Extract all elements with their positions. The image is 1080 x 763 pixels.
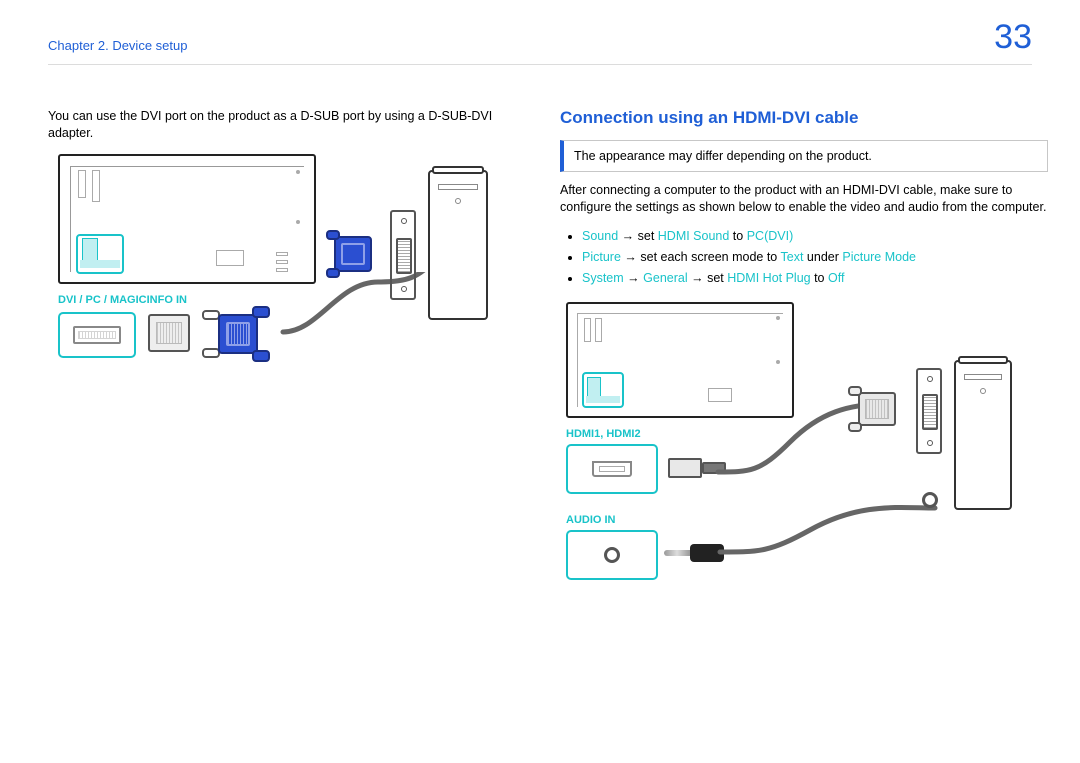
setting-system: System → General → set HDMI Hot Plug to … xyxy=(582,268,1048,289)
note-box: The appearance may differ depending on t… xyxy=(560,140,1048,172)
pc-audio-port-icon xyxy=(922,492,938,508)
pc-tower-icon xyxy=(428,170,488,320)
dvi-adapter-icon xyxy=(148,306,208,362)
figure-hdmi-dvi: HDMI1, HDMI2 AUDIO IN xyxy=(560,302,1020,602)
right-paragraph: After connecting a computer to the produ… xyxy=(560,182,1048,216)
vga-plug-icon xyxy=(218,304,278,364)
pc-tower-icon xyxy=(954,360,1012,510)
page-number: 33 xyxy=(994,18,1032,57)
audio-cable-icon xyxy=(710,490,940,570)
audio-port-label: AUDIO IN xyxy=(566,514,616,526)
chapter-label: Chapter 2. Device setup xyxy=(48,38,187,53)
hdmi-port-label: HDMI1, HDMI2 xyxy=(566,428,641,440)
audio-port-icon xyxy=(566,530,658,580)
dvi-plug-icon xyxy=(852,382,910,436)
left-paragraph: You can use the DVI port on the product … xyxy=(48,108,516,142)
vga-plug-pc-icon xyxy=(328,226,384,282)
monitor-rear-icon xyxy=(58,154,316,284)
header-rule xyxy=(48,64,1032,65)
left-column: You can use the DVI port on the product … xyxy=(48,108,516,392)
settings-list: Sound → set HDMI Sound to PC(DVI) Pictur… xyxy=(560,226,1048,290)
right-column: Connection using an HDMI-DVI cable The a… xyxy=(560,108,1048,602)
pc-dvi-port-icon xyxy=(916,368,942,454)
setting-picture: Picture → set each screen mode to Text u… xyxy=(582,247,1048,268)
dvi-port-icon xyxy=(58,312,136,358)
dvi-port-label: DVI / PC / MAGICINFO IN xyxy=(58,294,187,306)
figure-dsub-dvi: DVI / PC / MAGICINFO IN xyxy=(48,152,488,392)
pc-vga-port-icon xyxy=(390,210,416,300)
setting-sound: Sound → set HDMI Sound to PC(DVI) xyxy=(582,226,1048,247)
hdmi-port-icon xyxy=(566,444,658,494)
section-heading: Connection using an HDMI-DVI cable xyxy=(560,108,1048,128)
